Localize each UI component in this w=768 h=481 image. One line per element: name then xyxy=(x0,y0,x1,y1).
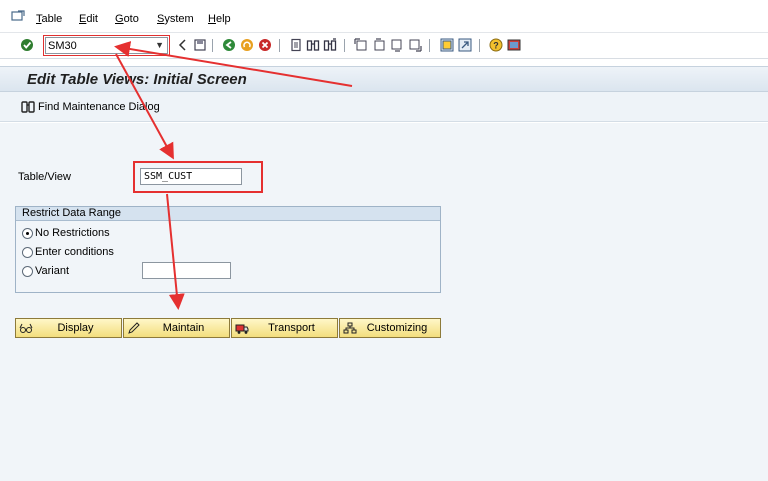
table-view-highlight xyxy=(133,161,263,193)
menu-table[interactable]: Table xyxy=(36,13,62,25)
radio-label: Enter conditions xyxy=(35,246,114,258)
restrict-data-range-title: Restrict Data Range xyxy=(16,207,440,221)
toolbar-separator xyxy=(212,39,213,52)
exit-icon[interactable] xyxy=(240,38,254,52)
hierarchy-icon xyxy=(343,322,357,334)
find-maintenance-dialog-button[interactable]: Find Maintenance Dialog xyxy=(21,100,160,113)
find-next-icon[interactable] xyxy=(323,38,337,52)
toolbar-separator xyxy=(344,39,345,52)
system-menu-icon[interactable] xyxy=(11,10,25,22)
display-button[interactable]: Display xyxy=(15,318,122,338)
radio-no-restrictions[interactable]: No Restrictions xyxy=(22,227,110,239)
menu-bar: Table Edit Goto System Help xyxy=(0,0,768,33)
enter-icon[interactable] xyxy=(20,38,34,52)
glasses-icon xyxy=(19,323,33,333)
print-icon[interactable] xyxy=(289,38,303,52)
radio-button[interactable] xyxy=(22,246,33,258)
pencil-icon xyxy=(128,322,140,334)
table-view-label: Table/View xyxy=(18,171,71,183)
svg-text:?: ? xyxy=(493,41,499,51)
menu-edit[interactable]: Edit xyxy=(79,13,98,25)
variant-input[interactable] xyxy=(142,262,231,279)
toolbar-separator xyxy=(479,39,480,52)
toolbar-separator xyxy=(279,39,280,52)
screen-title-bar: Edit Table Views: Initial Screen xyxy=(0,66,768,92)
radio-button[interactable] xyxy=(22,265,33,277)
toolbar-separator xyxy=(429,39,430,52)
truck-icon xyxy=(235,324,249,334)
shortcut-icon[interactable] xyxy=(458,38,472,52)
menu-help[interactable]: Help xyxy=(208,13,231,25)
page-title: Edit Table Views: Initial Screen xyxy=(27,71,247,88)
find-maintenance-dialog-label: Find Maintenance Dialog xyxy=(38,100,160,113)
last-page-icon[interactable] xyxy=(408,38,422,52)
help-icon[interactable]: ? xyxy=(489,38,503,52)
back-green-icon[interactable] xyxy=(222,38,236,52)
content-area xyxy=(0,123,768,481)
previous-page-icon[interactable] xyxy=(372,38,386,52)
maintain-button[interactable]: Maintain xyxy=(123,318,230,338)
standard-toolbar: ▼ ? xyxy=(0,33,768,59)
menu-system[interactable]: System xyxy=(157,13,194,25)
binoculars-icon xyxy=(21,101,35,113)
application-toolbar: Find Maintenance Dialog xyxy=(0,92,768,122)
layout-icon[interactable] xyxy=(507,38,521,52)
cancel-icon[interactable] xyxy=(258,38,272,52)
radio-button-selected[interactable] xyxy=(22,227,33,239)
radio-label: No Restrictions xyxy=(35,227,110,239)
menu-goto[interactable]: Goto xyxy=(115,13,139,25)
back-icon[interactable] xyxy=(176,38,190,52)
save-icon[interactable] xyxy=(193,38,207,52)
customizing-button[interactable]: Customizing xyxy=(339,318,441,338)
transport-button[interactable]: Transport xyxy=(231,318,338,338)
radio-enter-conditions[interactable]: Enter conditions xyxy=(22,246,114,258)
radio-label: Variant xyxy=(35,265,70,277)
restrict-data-range-group: Restrict Data Range No Restrictions Ente… xyxy=(15,206,441,293)
next-page-icon[interactable] xyxy=(390,38,404,52)
find-icon[interactable] xyxy=(306,38,320,52)
first-page-icon[interactable] xyxy=(354,38,368,52)
create-session-icon[interactable] xyxy=(440,38,454,52)
radio-variant[interactable]: Variant xyxy=(22,265,69,277)
command-field-highlight xyxy=(43,35,170,56)
